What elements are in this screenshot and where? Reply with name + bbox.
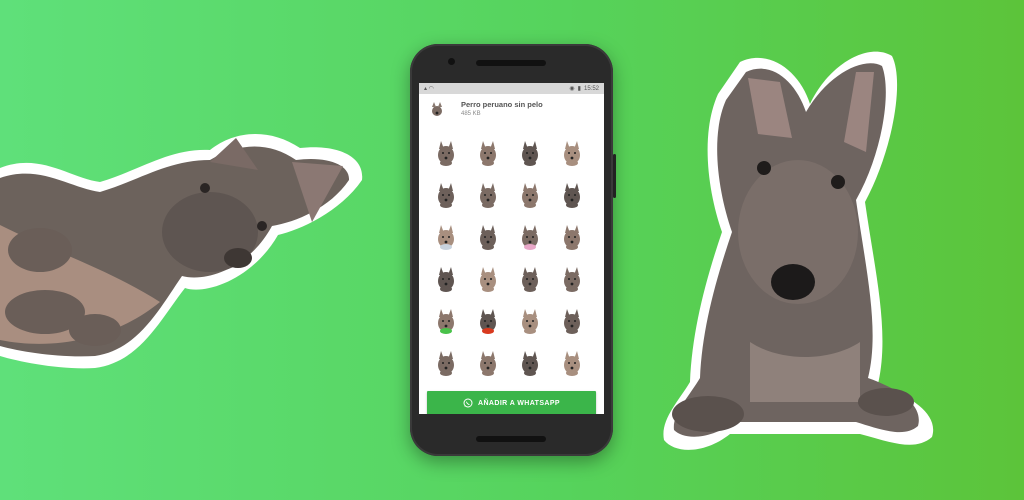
sticker-image [563,224,580,250]
sticker-dog-sitting-left[interactable] [425,342,466,383]
sticker-image [521,266,538,292]
sticker-image [437,266,454,292]
hairless-dog-sitting-sticker [663,51,934,450]
sticker-dog-pink-sweater[interactable] [509,216,550,257]
sticker-image [521,350,538,376]
sticker-dog-lying-side[interactable] [551,300,592,341]
sticker-image [479,224,496,250]
sticker-dog-lying-head[interactable] [509,132,550,173]
sticker-image [479,350,496,376]
sticker-dog-profile[interactable] [551,258,592,299]
phone-camera [448,58,455,65]
sticker-image [479,266,496,292]
sticker-image [521,224,538,250]
sticker-image [521,308,538,334]
phone-speaker [476,436,546,442]
sticker-dog-head-tilt[interactable] [425,132,466,173]
status-time: 15:52 [583,85,599,92]
sticker-image [521,182,538,208]
sticker-dog-sitting-small[interactable] [425,174,466,215]
sticker-dog-green-collar[interactable] [425,300,466,341]
sticker-dog-closeup[interactable] [509,300,550,341]
sticker-dog-sitting-right[interactable] [467,342,508,383]
pack-title: Perro peruano sin pelo [461,100,543,109]
sticker-image [521,140,538,166]
status-bar: ▴ ◠ ◉ ▮ 15:52 [419,83,604,94]
sticker-image [563,308,580,334]
sticker-image [563,266,580,292]
sticker-image [563,182,580,208]
sticker-image [479,308,496,334]
sticker-dog-running[interactable] [509,342,550,383]
sticker-dog-sitting-dark[interactable] [551,216,592,257]
sticker-dog-head-side[interactable] [467,132,508,173]
sticker-image [563,140,580,166]
sticker-dog-stretching[interactable] [551,342,592,383]
sticker-dog-standing-ears[interactable] [425,258,466,299]
sticker-dog-standing[interactable] [467,216,508,257]
signal-icon: ▴ ◠ [424,86,434,92]
sticker-dog-sitting-back[interactable] [509,258,550,299]
sticker-image [479,182,496,208]
hairless-dog-lying-sticker [0,133,363,369]
phone-screen: ▴ ◠ ◉ ▮ 15:52 Perro peruano sin pelo 485… [419,83,604,414]
sticker-image [437,350,454,376]
sticker-image [437,182,454,208]
wifi-icon: ◉ [569,86,575,92]
add-button-label: AÑADIR A WHATSAPP [478,399,560,407]
sticker-image [479,140,496,166]
add-to-whatsapp-button[interactable]: AÑADIR A WHATSAPP [427,391,596,414]
sticker-image [437,308,454,334]
sticker-image [437,224,454,250]
sticker-dog-red-scarf[interactable] [467,300,508,341]
sticker-dog-standing-tan[interactable] [551,174,592,215]
phone-mockup: ▴ ◠ ◉ ▮ 15:52 Perro peruano sin pelo 485… [410,44,616,456]
phone-earpiece [476,60,546,66]
sticker-image [437,140,454,166]
sticker-dog-grey-sweater[interactable] [425,216,466,257]
sticker-dog-sitting-front[interactable] [467,258,508,299]
phone-side-button [613,154,616,198]
dog-sticker-icon [432,102,442,116]
battery-icon: ▮ [577,86,581,92]
sticker-dog-puppy-ears[interactable] [551,132,592,173]
sticker-image [563,350,580,376]
sticker-pack-header[interactable]: Perro peruano sin pelo 485 KB [419,94,604,128]
sticker-dog-lying-tan[interactable] [467,174,508,215]
sticker-dog-puppy-tan[interactable] [509,174,550,215]
pack-size: 485 KB [461,111,481,117]
sticker-grid [419,128,604,383]
whatsapp-icon [463,398,473,408]
